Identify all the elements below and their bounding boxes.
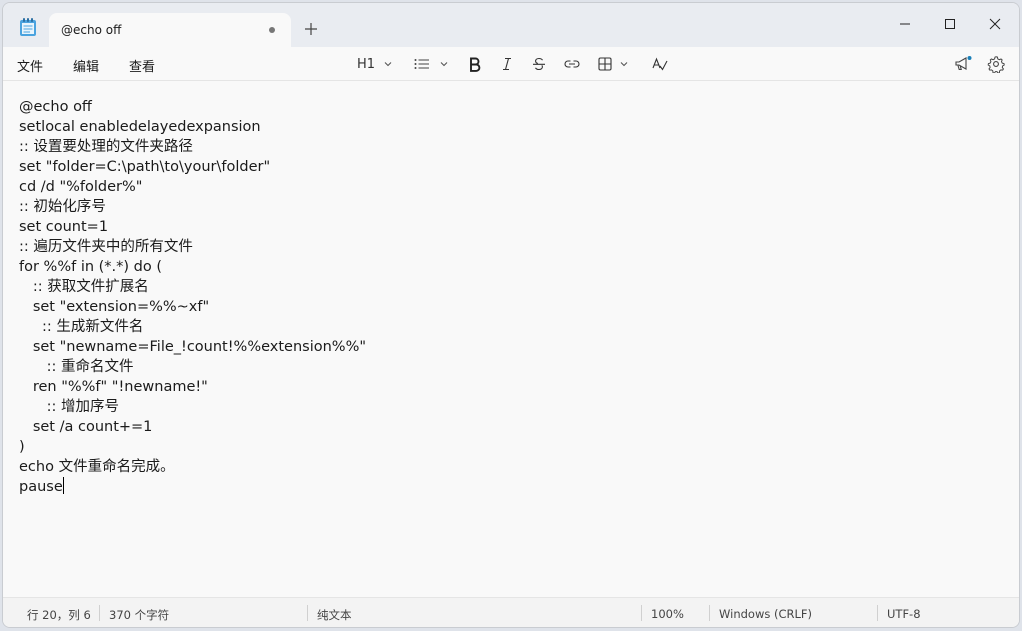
status-divider [641,605,642,621]
heading-label: H1 [357,56,376,72]
code-line-text: cd /d "%folder%" [19,179,143,195]
code-line[interactable]: pause [19,477,64,497]
minimize-button[interactable] [883,9,927,39]
code-line-text: :: 遍历文件夹中的所有文件 [19,239,193,255]
minimize-icon [900,23,910,25]
close-button[interactable] [973,9,1017,39]
link-icon [564,60,580,68]
code-line[interactable]: set count=1 [19,217,108,237]
code-line[interactable]: :: 重命名文件 [19,357,134,377]
cursor-position: 行 20，列 6 [27,608,91,622]
format-mode[interactable]: 纯文本 [317,607,352,623]
status-divider [877,605,878,621]
menu-edit[interactable]: 编辑 [73,56,99,75]
bold-icon [470,57,481,72]
announcement-button[interactable] [953,54,973,74]
spellcheck-button[interactable] [651,54,669,74]
code-line[interactable]: @echo off [19,97,92,117]
encoding[interactable]: UTF-8 [887,607,921,621]
notepad-app-icon [20,18,36,36]
document-tab[interactable]: @echo off [49,13,291,47]
unsaved-dot-icon[interactable] [269,27,275,33]
bold-button[interactable] [467,54,483,74]
code-line-text: set /a count+=1 [19,419,153,435]
code-line-text: set "extension=%%~xf" [19,299,210,315]
megaphone-icon [955,56,972,71]
code-line-text: set count=1 [19,219,109,235]
code-line-text: ) [19,439,25,455]
maximize-button[interactable] [928,9,972,39]
bullet-list-icon [414,59,429,69]
code-line-text: pause [19,479,63,495]
code-line-text: :: 设置要处理的文件夹路径 [19,139,193,155]
code-line-text: set "folder=C:\path\to\your\folder" [19,159,271,175]
close-icon [989,18,1001,30]
menu-file[interactable]: 文件 [17,56,43,75]
code-line[interactable]: cd /d "%folder%" [19,177,142,197]
code-line-text: :: 获取文件扩展名 [19,279,149,295]
status-divider [307,605,308,621]
code-line[interactable]: set "folder=C:\path\to\your\folder" [19,157,270,177]
code-line[interactable]: :: 设置要处理的文件夹路径 [19,137,193,157]
code-line[interactable]: :: 生成新文件名 [19,317,143,337]
code-line[interactable]: :: 增加序号 [19,397,119,417]
settings-button[interactable] [987,54,1005,74]
italic-icon [503,57,511,71]
new-tab-plus-icon[interactable] [303,21,319,37]
code-line-text: ren "%%f" "!newname!" [19,379,208,395]
text-caret [62,477,64,494]
maximize-icon [945,19,955,29]
code-line-text: :: 增加序号 [19,399,120,415]
tab-title: @echo off [61,23,122,37]
code-line[interactable]: set "extension=%%~xf" [19,297,209,317]
code-line[interactable]: ren "%%f" "!newname!" [19,377,208,397]
menu-toolbar: 文件 编辑 查看 H1 [3,47,1019,81]
code-line-text: for %%f in (*.*) do ( [19,259,163,275]
code-line-text: :: 重命名文件 [19,359,134,375]
chevron-down-icon [620,62,628,67]
code-line-text: set "newname=File_!count!%%extension%%" [19,339,367,355]
code-line[interactable]: echo 文件重命名完成。 [19,457,175,477]
chevron-down-icon [440,62,448,67]
heading-dropdown[interactable]: H1 [357,54,395,74]
code-line[interactable]: set /a count+=1 [19,417,153,437]
code-line-text: echo 文件重命名完成。 [19,459,175,475]
gear-icon [987,56,1005,73]
text-editor[interactable]: @echo off setlocal enabledelayedexpansion… [3,81,1019,597]
status-bar: 行 20，列 6 370 个字符 纯文本 100% Windows (CRLF)… [3,597,1019,627]
table-dropdown[interactable] [597,54,631,74]
code-line[interactable]: :: 遍历文件夹中的所有文件 [19,237,193,257]
notepad-window: @echo off 文件 编辑 查看 H1 @echo off setlocal… [2,2,1020,628]
table-icon [598,57,612,71]
italic-button[interactable] [499,54,515,74]
status-divider [99,605,100,621]
code-line-text: setlocal enabledelayedexpansion [19,119,261,135]
character-count: 370 个字符 [109,608,170,622]
code-line[interactable]: set "newname=File_!count!%%extension%%" [19,337,366,357]
code-line-text: @echo off [19,99,92,115]
line-ending[interactable]: Windows (CRLF) [719,607,812,621]
strikethrough-icon [533,57,545,71]
chevron-down-icon [384,62,392,67]
strikethrough-button[interactable] [531,54,547,74]
status-divider [709,605,710,621]
code-line[interactable]: :: 初始化序号 [19,197,106,217]
code-line[interactable]: ) [19,437,25,457]
code-line-text: :: 生成新文件名 [19,319,144,335]
code-line[interactable]: for %%f in (*.*) do ( [19,257,162,277]
menu-view[interactable]: 查看 [129,56,155,75]
list-dropdown[interactable] [413,54,451,74]
spellcheck-icon [652,57,668,71]
code-line[interactable]: setlocal enabledelayedexpansion [19,117,261,137]
code-line-text: :: 初始化序号 [19,199,106,215]
code-line[interactable]: :: 获取文件扩展名 [19,277,149,297]
zoom-level[interactable]: 100% [651,607,684,621]
link-button[interactable] [563,54,581,74]
title-bar: @echo off [3,3,1019,47]
